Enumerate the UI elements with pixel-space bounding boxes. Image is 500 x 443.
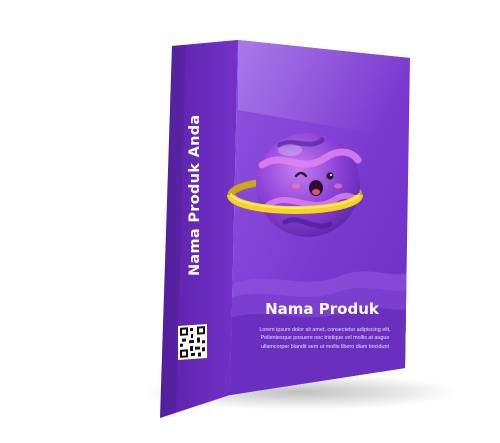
product-description: Lorem ipsum dolor sit amet, consectetur … (250, 326, 400, 351)
product-box-mockup: Nama Produk Anda Nama Produk Lorem ipsum… (0, 0, 500, 438)
description-line: Lorem ipsum dolor sit amet, consectetur … (259, 327, 391, 333)
qr-code-icon (178, 323, 207, 360)
description-line: Pellentesque posuere nec tristique vel m… (260, 335, 390, 342)
description-line: ullamcorper blandit sem ut mollis libero… (261, 343, 389, 350)
box-illustration (140, 40, 460, 418)
spine-title: Nama Produk Anda (187, 114, 203, 276)
product-name: Nama Produk (265, 300, 379, 318)
